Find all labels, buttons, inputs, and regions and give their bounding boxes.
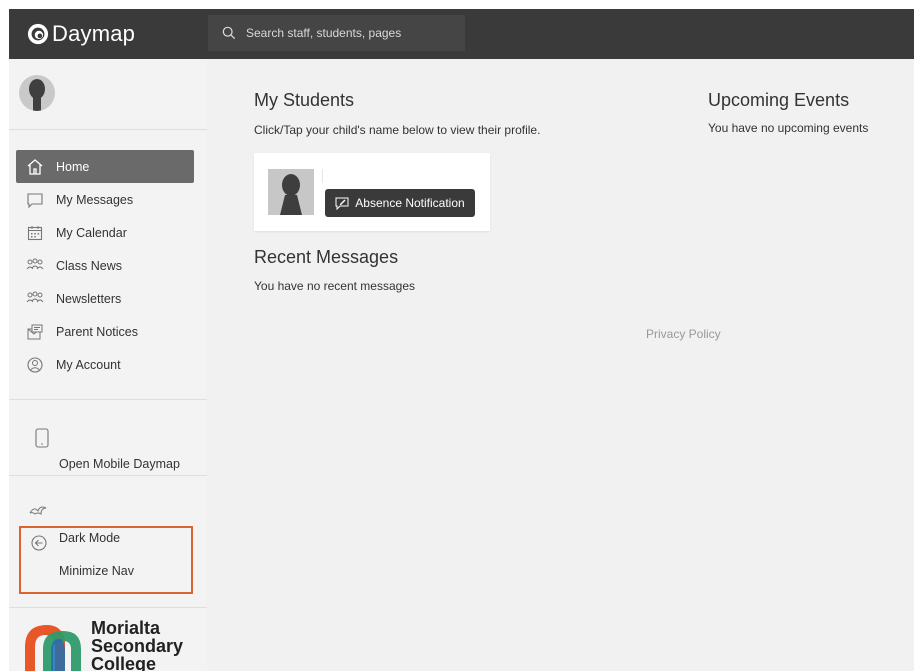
dark-mode-toggle[interactable]: Dark Mode xyxy=(59,531,120,545)
top-bar: Daymap xyxy=(9,9,914,59)
sidebar-item-home[interactable]: Home xyxy=(16,150,194,183)
sidebar-item-label: My Calendar xyxy=(56,225,127,240)
search-bar[interactable] xyxy=(208,15,465,51)
divider xyxy=(9,475,207,476)
my-students-subtitle: Click/Tap your child's name below to vie… xyxy=(254,123,541,137)
sidebar-item-label: My Account xyxy=(56,357,121,372)
sidebar-item-my-messages[interactable]: My Messages xyxy=(16,183,194,216)
sidebar-item-newsletters[interactable]: Newsletters xyxy=(16,282,194,315)
divider xyxy=(9,399,207,400)
sidebar-item-class-news[interactable]: Class News xyxy=(16,249,194,282)
student-avatar[interactable] xyxy=(268,169,314,215)
person-silhouette-icon xyxy=(29,79,45,111)
notice-icon xyxy=(26,323,44,341)
student-name-placeholder xyxy=(322,169,323,183)
upcoming-events-empty: You have no upcoming events xyxy=(708,121,869,135)
sidebar-item-label: Class News xyxy=(56,258,122,273)
daymap-logo[interactable]: Daymap xyxy=(27,18,135,50)
recent-messages-title: Recent Messages xyxy=(254,247,399,267)
school-branding: Morialta Secondary College xyxy=(21,619,183,671)
school-name: Morialta Secondary College xyxy=(91,619,183,671)
search-icon xyxy=(222,26,236,40)
sidebar-item-parent-notices[interactable]: Parent Notices xyxy=(16,315,194,348)
minimize-nav-button[interactable]: Minimize Nav xyxy=(59,564,134,578)
recent-messages-empty: You have no recent messages xyxy=(254,279,415,293)
sidebar-item-label: My Messages xyxy=(56,192,134,207)
sidebar: Home My Messages My Calendar Class News … xyxy=(9,59,207,671)
moon-icon[interactable] xyxy=(29,502,47,516)
school-name-line: Secondary xyxy=(91,636,184,656)
arrow-left-circle-icon[interactable] xyxy=(31,535,47,551)
edit-message-icon xyxy=(335,197,349,210)
sidebar-item-my-account[interactable]: My Account xyxy=(16,348,194,381)
home-icon xyxy=(26,158,44,176)
my-students-title: My Students xyxy=(254,90,355,110)
open-mobile-daymap-link[interactable]: Open Mobile Daymap xyxy=(59,457,180,471)
school-name-line: College xyxy=(91,654,157,671)
student-card[interactable]: Absence Notification xyxy=(254,153,490,231)
sidebar-item-my-calendar[interactable]: My Calendar xyxy=(16,216,194,249)
divider xyxy=(9,607,207,608)
message-icon xyxy=(26,191,44,209)
group-icon xyxy=(26,257,44,275)
group-icon xyxy=(26,290,44,308)
school-name-line: Morialta xyxy=(91,618,161,638)
daymap-logo-icon xyxy=(27,23,49,45)
brand-name: Daymap xyxy=(52,21,136,46)
calendar-icon xyxy=(26,224,44,242)
sidebar-item-label: Newsletters xyxy=(56,291,122,306)
sidebar-item-label: Parent Notices xyxy=(56,324,138,339)
account-icon xyxy=(26,356,44,374)
school-logo-icon xyxy=(25,625,81,671)
absence-notification-button[interactable]: Absence Notification xyxy=(325,189,475,217)
search-input[interactable] xyxy=(246,26,456,40)
main-content: My Students Click/Tap your child's name … xyxy=(207,59,914,671)
divider xyxy=(9,129,207,130)
person-silhouette-icon xyxy=(280,174,302,215)
privacy-policy-link[interactable]: Privacy Policy xyxy=(646,327,721,341)
sidebar-item-label: Home xyxy=(56,159,90,174)
absence-notification-label: Absence Notification xyxy=(355,196,465,210)
avatar[interactable] xyxy=(19,75,55,111)
upcoming-events-title: Upcoming Events xyxy=(708,90,850,110)
mobile-phone-icon[interactable] xyxy=(35,428,49,448)
